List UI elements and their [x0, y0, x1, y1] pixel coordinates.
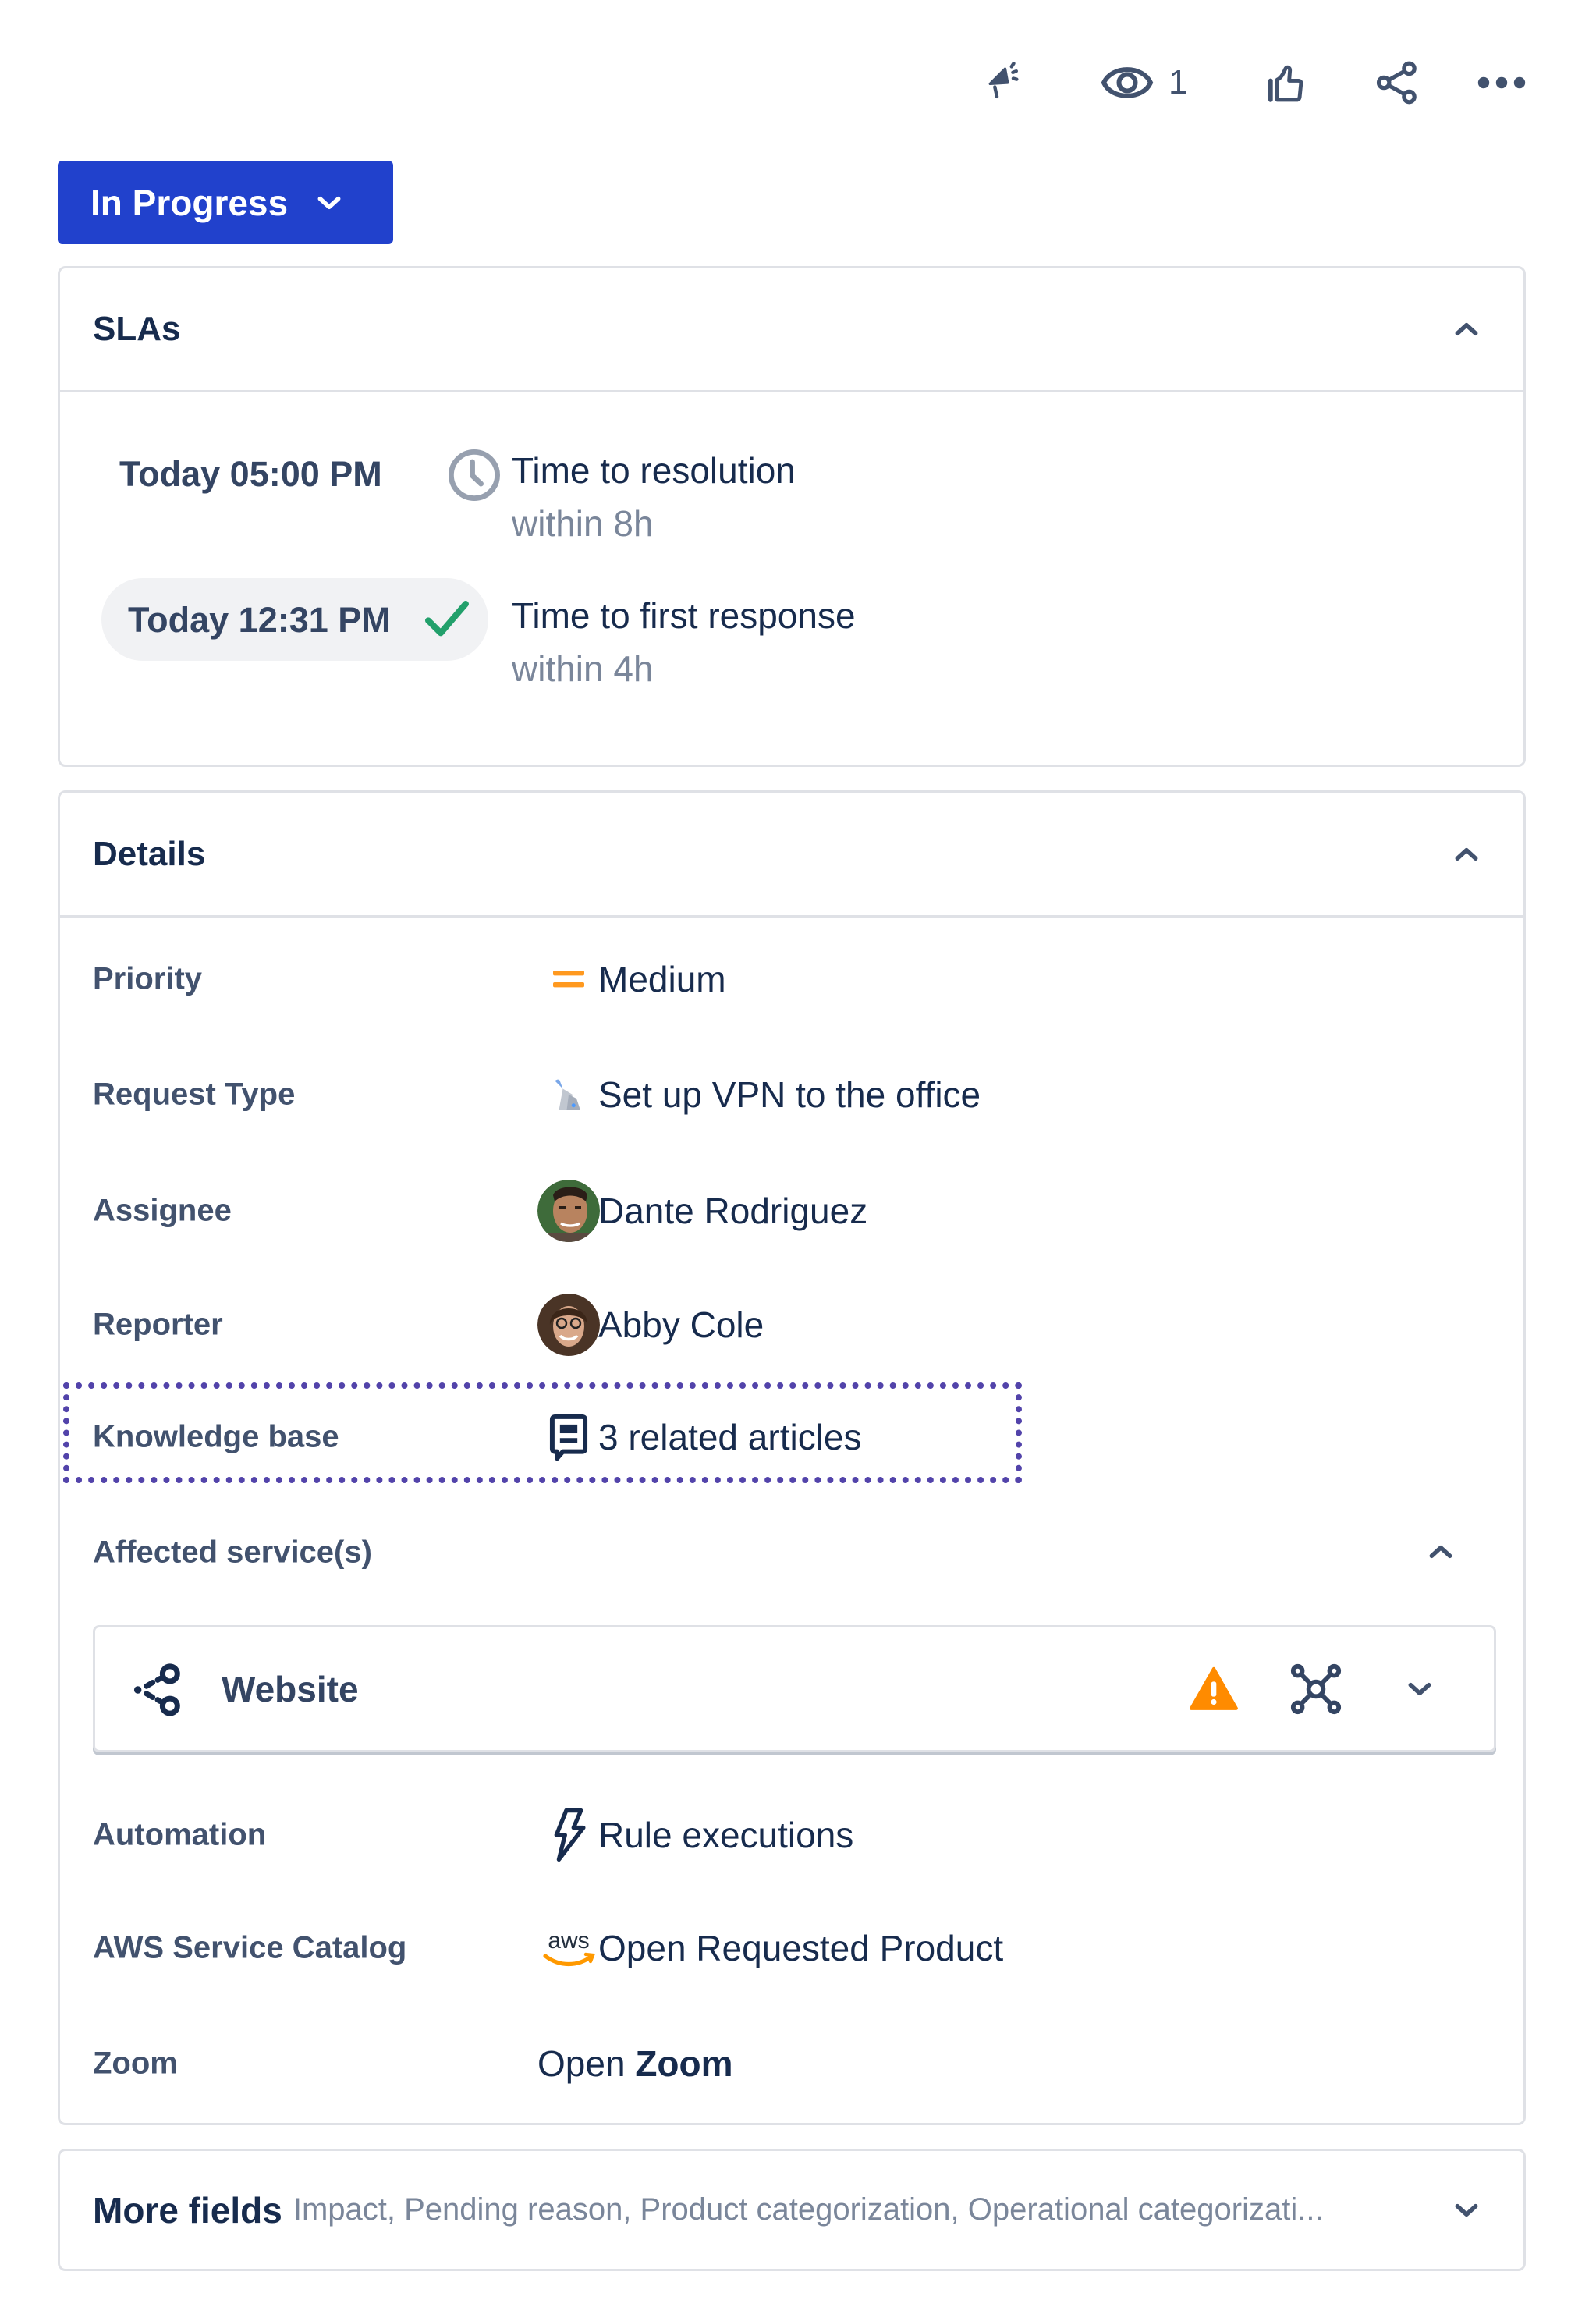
- priority-medium-icon: [537, 948, 600, 1010]
- chevron-up-icon[interactable]: [1428, 1543, 1454, 1564]
- affected-service-card[interactable]: Website: [93, 1625, 1496, 1752]
- priority-value[interactable]: Medium: [598, 958, 726, 1000]
- feedback-button[interactable]: [981, 59, 1037, 106]
- divider: [60, 390, 1523, 392]
- status-dropdown-button[interactable]: In Progress: [58, 161, 393, 244]
- open-zoom-prefix: Open: [537, 2043, 626, 2084]
- more-actions-button[interactable]: [1474, 59, 1529, 106]
- field-label: Automation: [93, 1817, 267, 1852]
- chevron-down-icon[interactable]: [1406, 1681, 1433, 1702]
- sla-goal: within 8h: [512, 503, 654, 544]
- chevron-up-icon[interactable]: [1453, 846, 1480, 863]
- field-label: AWS Service Catalog: [93, 1930, 407, 1965]
- service-icon: [128, 1660, 187, 1723]
- open-zoom-link[interactable]: Open Zoom: [537, 2043, 733, 2085]
- more-fields-summary: Impact, Pending reason, Product categori…: [293, 2192, 1324, 2227]
- thumbs-up-icon: [1268, 65, 1303, 102]
- field-label: Zoom: [93, 2046, 178, 2081]
- clock-icon: [445, 446, 503, 508]
- dependencies-icon[interactable]: [1289, 1662, 1343, 1720]
- field-label: Request Type: [93, 1077, 296, 1112]
- share-button[interactable]: [1371, 59, 1423, 106]
- sla-title: Time to first response: [512, 595, 856, 636]
- megaphone-icon: [988, 62, 1019, 99]
- watch-button[interactable]: 1: [1100, 59, 1187, 106]
- eye-icon: [1101, 67, 1154, 98]
- divider: [60, 915, 1523, 918]
- sla-met-time: Today 12:31 PM: [128, 600, 391, 640]
- vote-button[interactable]: [1261, 59, 1312, 106]
- slas-panel: SLAs Today 05:00 PM Time to resolution w…: [58, 266, 1526, 767]
- assignee-name[interactable]: Dante Rodriguez: [598, 1190, 867, 1232]
- lightning-icon: [537, 1804, 600, 1866]
- related-articles-link[interactable]: 3 related articles: [598, 1416, 862, 1458]
- slas-title: SLAs: [93, 310, 181, 348]
- status-label: In Progress: [90, 182, 289, 223]
- slas-header[interactable]: SLAs: [60, 268, 1523, 390]
- field-label: Knowledge base: [93, 1419, 339, 1454]
- field-label: Reporter: [93, 1307, 223, 1342]
- avatar[interactable]: [537, 1294, 600, 1356]
- sla-goal: within 4h: [512, 648, 654, 689]
- chevron-down-icon[interactable]: [1453, 2202, 1480, 2219]
- more-fields-panel[interactable]: More fields Impact, Pending reason, Prod…: [58, 2149, 1526, 2271]
- details-panel: Details Priority Medium Request Type Set…: [58, 790, 1526, 2125]
- open-requested-product-link[interactable]: Open Requested Product: [598, 1927, 1003, 1969]
- service-name[interactable]: Website: [222, 1668, 359, 1710]
- sla-due-time: Today 05:00 PM: [119, 454, 382, 494]
- share-icon: [1376, 61, 1417, 105]
- field-label: Assignee: [93, 1193, 232, 1228]
- chevron-up-icon[interactable]: [1453, 321, 1480, 338]
- details-title: Details: [93, 834, 206, 873]
- chevron-down-icon: [316, 194, 342, 211]
- watch-count: 1: [1169, 63, 1188, 101]
- more-fields-label: More fields: [93, 2189, 282, 2231]
- knowledge-article-icon: [537, 1406, 600, 1468]
- field-label: Affected service(s): [93, 1535, 372, 1570]
- warning-icon: [1188, 1663, 1240, 1719]
- vpn-request-icon: [537, 1063, 600, 1126]
- sla-title: Time to resolution: [512, 450, 796, 491]
- check-icon: [422, 596, 472, 647]
- field-label: Priority: [93, 961, 203, 996]
- reporter-name[interactable]: Abby Cole: [598, 1304, 764, 1346]
- details-header[interactable]: Details: [60, 793, 1523, 915]
- more-horizontal-icon: [1477, 76, 1526, 89]
- more-fields-header[interactable]: More fields Impact, Pending reason, Prod…: [60, 2151, 1523, 2269]
- aws-icon: aws: [537, 1917, 600, 1979]
- open-zoom-brand: Zoom: [635, 2043, 733, 2084]
- avatar[interactable]: [537, 1180, 600, 1242]
- request-type-value[interactable]: Set up VPN to the office: [598, 1074, 981, 1116]
- aws-icon-text: aws: [548, 1928, 589, 1954]
- rule-executions-link[interactable]: Rule executions: [598, 1814, 853, 1856]
